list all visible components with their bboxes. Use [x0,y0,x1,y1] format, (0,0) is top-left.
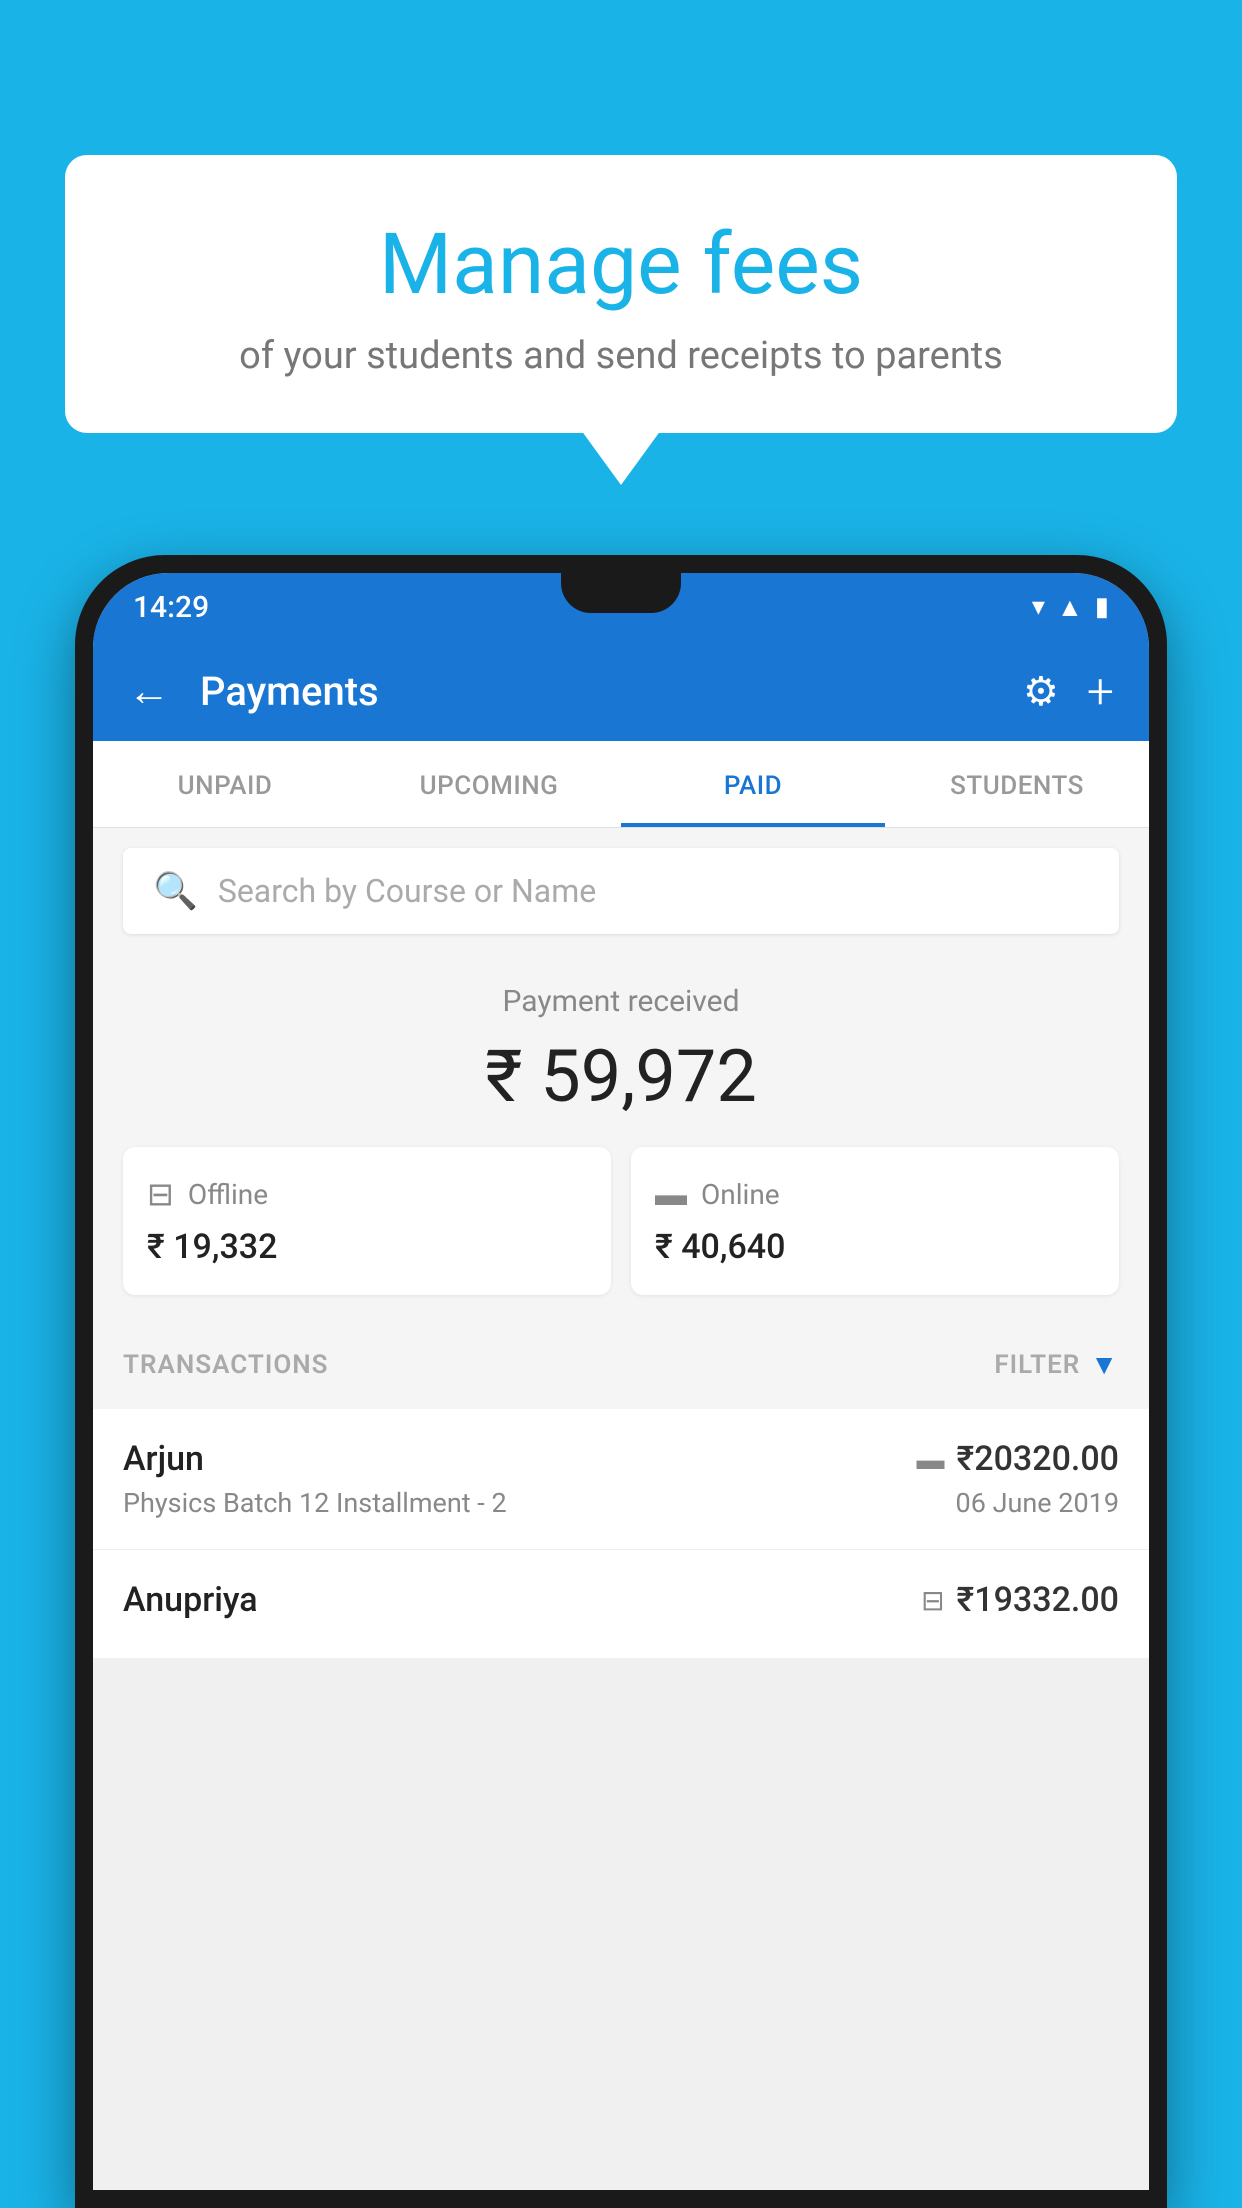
wifi-icon: ▾ [1032,592,1045,622]
transaction-amount: ₹20320.00 [957,1439,1119,1479]
transaction-amount-row: ▬ ₹20320.00 [917,1439,1119,1479]
offline-label: Offline [188,1178,268,1211]
speech-bubble-heading: Manage fees [115,215,1127,314]
tab-students[interactable]: STUDENTS [885,741,1149,827]
card-payment-icon: ▬ [917,1443,945,1476]
offline-icon: ⊟ [147,1175,174,1213]
tab-upcoming[interactable]: UPCOMING [357,741,621,827]
search-bar[interactable]: 🔍 Search by Course or Name [123,848,1119,934]
settings-icon[interactable] [1023,668,1059,715]
online-icon: ▬ [655,1175,687,1213]
transaction-amount: ₹19332.00 [957,1580,1119,1620]
transaction-item[interactable]: Anupriya ⊟ ₹19332.00 [93,1550,1149,1659]
status-time: 14:29 [133,590,209,625]
filter-label: FILTER [994,1350,1080,1380]
status-icons: ▾ ▲ ▮ [1032,592,1109,623]
transaction-list: Arjun ▬ ₹20320.00 Physics Batch 12 Insta… [93,1409,1149,1659]
payment-summary: Payment received ₹ 59,972 ⊟ Offline ₹ 19… [93,954,1149,1320]
back-button[interactable]: ← [128,667,170,716]
header-actions [1023,663,1114,720]
payment-total-amount: ₹ 59,972 [123,1034,1119,1119]
transactions-header: TRANSACTIONS FILTER ▼ [93,1320,1149,1409]
offline-amount: ₹ 19,332 [147,1227,587,1267]
tab-paid[interactable]: PAID [621,741,885,827]
speech-bubble-subtext: of your students and send receipts to pa… [115,334,1127,378]
notch [561,573,681,613]
battery-icon: ▮ [1095,592,1109,622]
transaction-item[interactable]: Arjun ▬ ₹20320.00 Physics Batch 12 Insta… [93,1409,1149,1550]
search-input[interactable]: Search by Course or Name [218,872,596,910]
online-card: ▬ Online ₹ 40,640 [631,1147,1119,1295]
add-button[interactable] [1087,663,1114,720]
transaction-course: Physics Batch 12 Installment - 2 [123,1487,507,1519]
transaction-amount-row: ⊟ ₹19332.00 [921,1580,1119,1620]
payment-received-label: Payment received [123,984,1119,1019]
app-header: ← Payments [93,641,1149,741]
transaction-name: Anupriya [123,1580,258,1620]
search-icon: 🔍 [153,870,198,912]
signal-icon: ▲ [1057,592,1083,623]
filter-button[interactable]: FILTER ▼ [994,1348,1119,1381]
online-label: Online [701,1178,780,1211]
online-card-top: ▬ Online [655,1175,1095,1213]
speech-bubble: Manage fees of your students and send re… [65,155,1177,433]
transaction-row1: Anupriya ⊟ ₹19332.00 [123,1580,1119,1620]
payment-cards: ⊟ Offline ₹ 19,332 ▬ Online ₹ 40,640 [123,1147,1119,1295]
transaction-row2: Physics Batch 12 Installment - 2 06 June… [123,1487,1119,1519]
speech-bubble-container: Manage fees of your students and send re… [65,155,1177,433]
transaction-row1: Arjun ▬ ₹20320.00 [123,1439,1119,1479]
transaction-name: Arjun [123,1439,204,1479]
status-bar: 14:29 ▾ ▲ ▮ [93,573,1149,641]
phone-inner: 14:29 ▾ ▲ ▮ ← Payments UNPAID UPCOMING P… [93,573,1149,2190]
search-container: 🔍 Search by Course or Name [93,828,1149,954]
cash-payment-icon: ⊟ [921,1584,944,1617]
online-amount: ₹ 40,640 [655,1227,1095,1267]
offline-card-top: ⊟ Offline [147,1175,587,1213]
transaction-date: 06 June 2019 [956,1487,1119,1519]
tab-unpaid[interactable]: UNPAID [93,741,357,827]
transactions-section-label: TRANSACTIONS [123,1350,329,1380]
filter-icon: ▼ [1090,1348,1119,1381]
tabs-bar: UNPAID UPCOMING PAID STUDENTS [93,741,1149,828]
offline-card: ⊟ Offline ₹ 19,332 [123,1147,611,1295]
phone-frame: 14:29 ▾ ▲ ▮ ← Payments UNPAID UPCOMING P… [75,555,1167,2208]
page-title: Payments [200,668,993,715]
